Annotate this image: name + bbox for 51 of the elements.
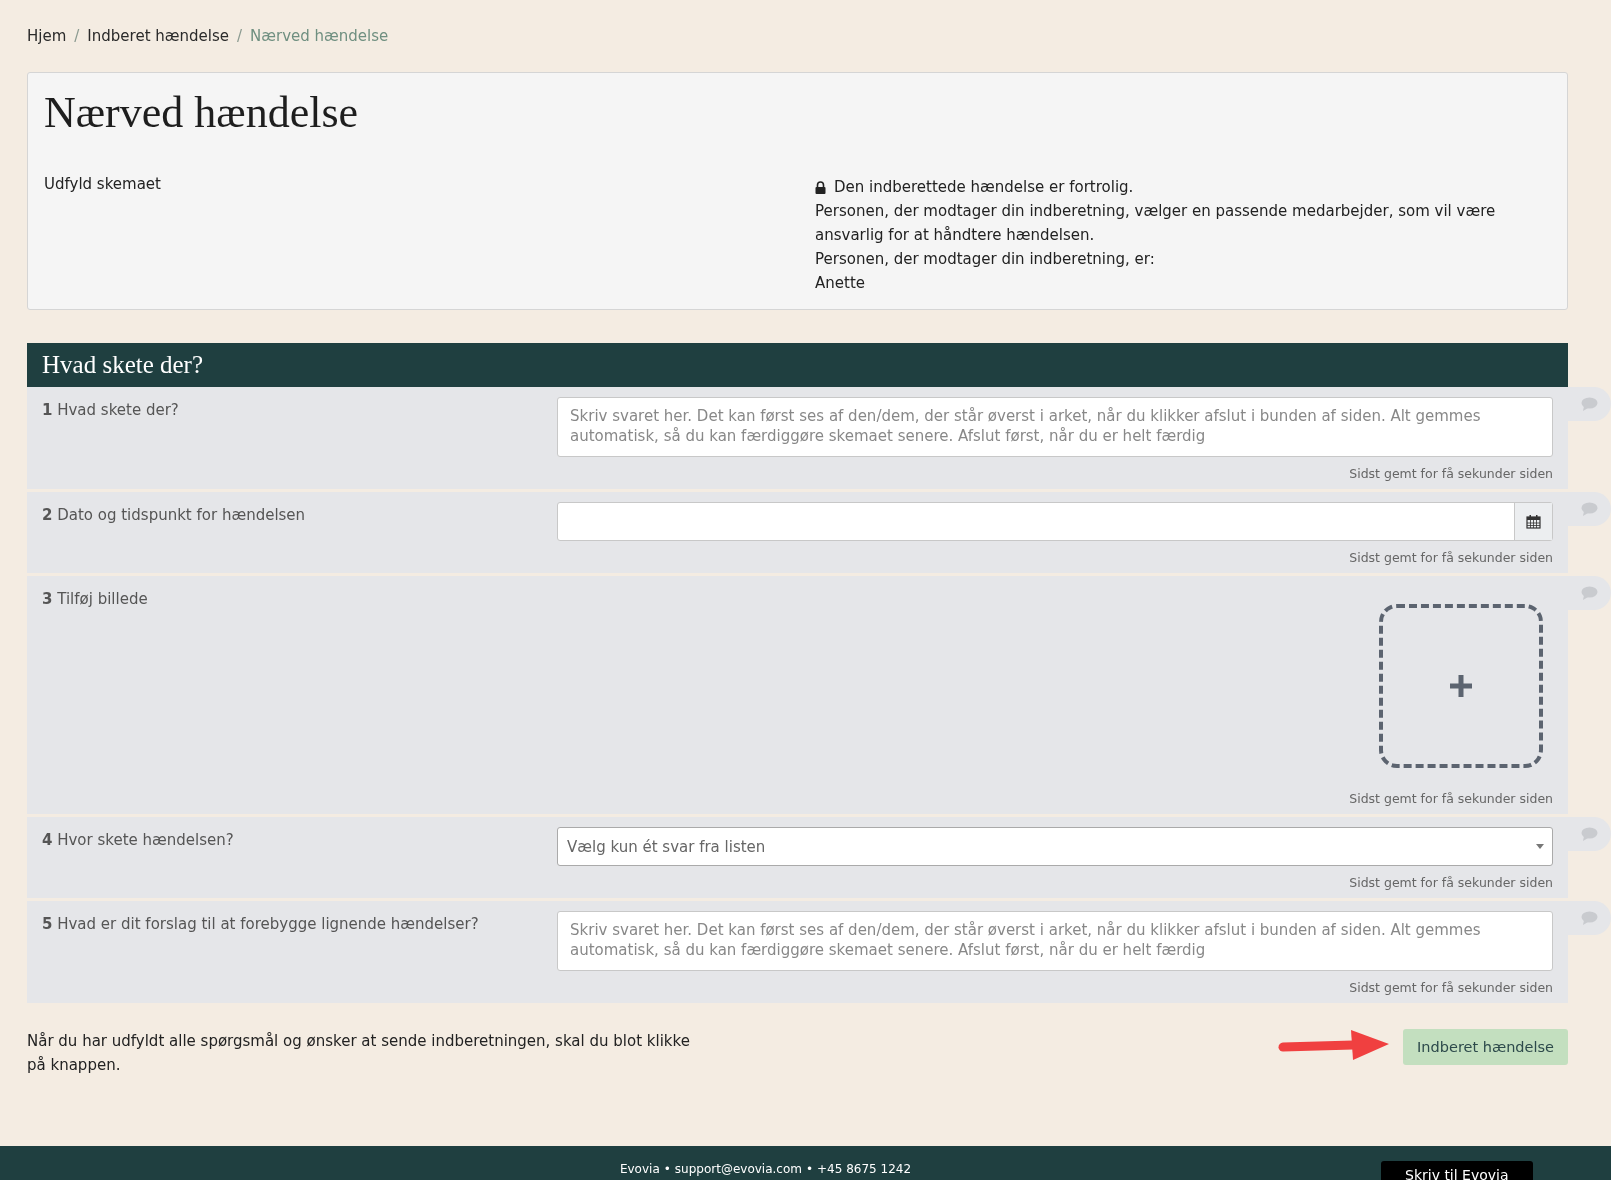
- company-name: Evovia: [619, 1162, 660, 1178]
- comment-button[interactable]: [1567, 901, 1611, 935]
- breadcrumb-link[interactable]: Hjem: [27, 27, 67, 45]
- breadcrumb-separator: /: [237, 27, 243, 45]
- comment-icon: [1580, 397, 1598, 411]
- comment-icon: [1580, 502, 1598, 516]
- question-label: 3 Tilføj billede: [41, 589, 149, 610]
- page-title: Nærved hændelse: [44, 87, 360, 139]
- caret-icon: [1536, 844, 1544, 849]
- comment-button[interactable]: [1567, 817, 1611, 851]
- info-text: Personen, der modtager din indberetning, er:: [815, 249, 1156, 270]
- question-label: 1 Hvad skete der?: [41, 400, 180, 421]
- autosave-status: Sidst gemt for få sekunder siden: [1348, 466, 1553, 481]
- lock-icon: [815, 180, 826, 194]
- question-label: 4 Hvor skete hændelsen?: [41, 830, 235, 851]
- question-label: 5 Hvad er dit forslag til at forebygge lignende hændelser?: [41, 914, 480, 935]
- separator-dot: •: [663, 1162, 671, 1178]
- autosave-status: Sidst gemt for få sekunder siden: [1348, 791, 1553, 806]
- submit-button[interactable]: Indberet hændelse: [1403, 1029, 1568, 1065]
- select-placeholder: Vælg kun ét svar fra listen: [567, 837, 766, 856]
- section-header: Hvad skete der?: [27, 343, 1568, 387]
- autosave-status: Sidst gemt for få sekunder siden: [1348, 550, 1553, 565]
- confidential-note: Den indberettede hændelse er fortrolig.: [834, 177, 1134, 198]
- select-field[interactable]: Vælg kun ét svar fra listen: [557, 827, 1553, 866]
- comment-button[interactable]: [1567, 576, 1611, 610]
- calendar-button[interactable]: [1514, 503, 1552, 540]
- calendar-icon: [1526, 514, 1541, 529]
- comment-icon: [1580, 911, 1598, 925]
- date-field[interactable]: [557, 502, 1553, 541]
- question-label: 2 Dato og tidspunkt for hændelsen: [41, 505, 307, 526]
- phone-number: +45 8675 1242: [817, 1162, 912, 1178]
- contact-button[interactable]: Skriv til Evovia: [1381, 1161, 1533, 1180]
- instruction-text: Når du har udfyldt alle spørgsmål og ønsker at sende indberetningen, skal du blot klikke på knappen.: [27, 1031, 691, 1076]
- plus-icon: [1448, 673, 1474, 699]
- separator-dot: •: [805, 1162, 814, 1178]
- comment-button[interactable]: [1567, 387, 1611, 421]
- autosave-status: Sidst gemt for få sekunder siden: [1348, 875, 1553, 890]
- comment-icon: [1580, 586, 1598, 600]
- add-image-button[interactable]: [1379, 604, 1543, 768]
- breadcrumb-link[interactable]: Indberet hændelse: [87, 27, 229, 45]
- form-subtitle: Udfyld skemaet: [44, 175, 161, 193]
- info-text: Personen, der modtager din indberetning, vælger en passende medarbejder, som vil være ansvarlig for at håndtere hændelsen.: [815, 201, 1497, 246]
- comment-icon: [1580, 827, 1598, 841]
- answer-box[interactable]: Skriv svaret her. Det kan først ses af den/dem, der står øverst i arket, når du klikker afslut i bunden af siden. Alt gemmes automatisk, så du kan færdiggøre skemaet senere. Afslut først, når du er helt færdig: [557, 397, 1553, 457]
- answer-box[interactable]: Skriv svaret her. Det kan først ses af den/dem, der står øverst i arket, når du klikker afslut i bunden af siden. Alt gemmes automatisk, så du kan færdiggøre skemaet senere. Afslut først, når du er helt færdig: [557, 911, 1553, 971]
- breadcrumb-separator: /: [74, 27, 80, 45]
- info-text: Anette: [815, 273, 866, 294]
- autosave-status: Sidst gemt for få sekunder siden: [1348, 980, 1553, 995]
- email-link[interactable]: support@evovia.com: [674, 1162, 802, 1178]
- breadcrumb-current: Nærved hændelse: [250, 27, 389, 45]
- comment-button[interactable]: [1567, 492, 1611, 526]
